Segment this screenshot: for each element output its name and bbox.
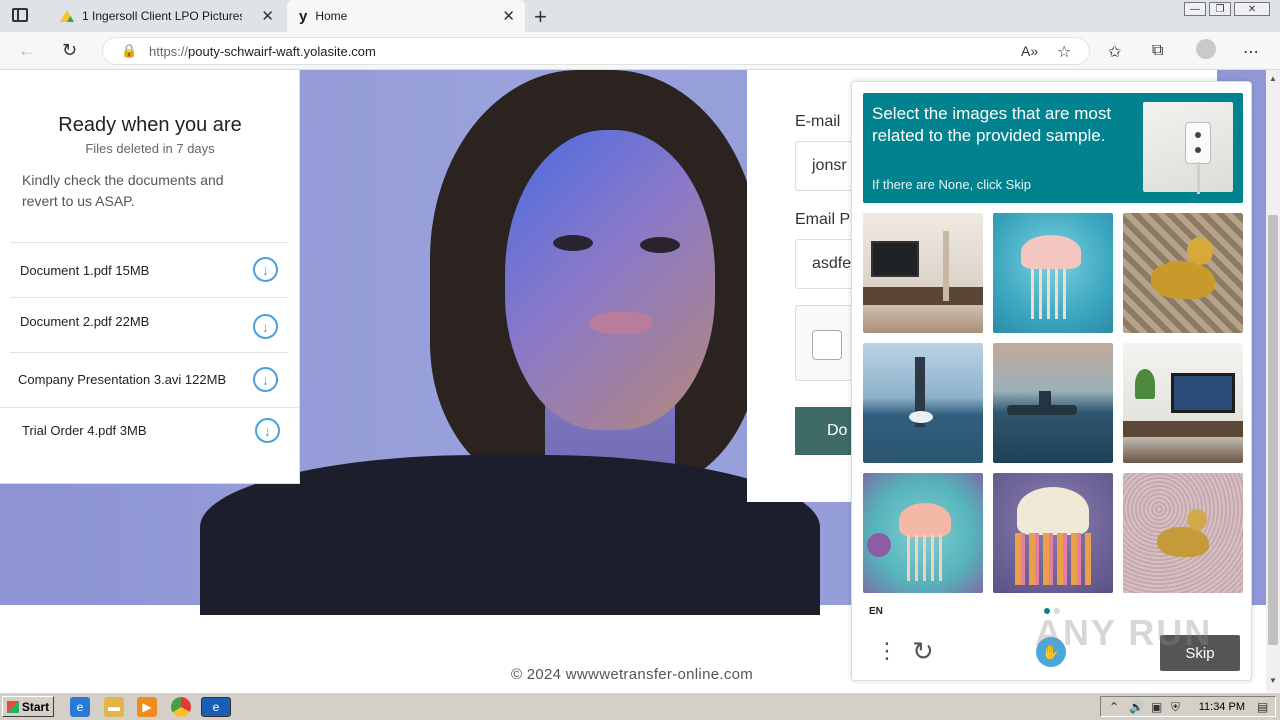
portrait-eye (640, 237, 680, 253)
document-row[interactable]: Company Presentation 3.avi 122MB ↓ (10, 352, 288, 406)
image-tile-submarine[interactable] (863, 343, 983, 463)
page-scrollbar[interactable]: ▲ ▼ (1266, 70, 1280, 692)
documents-title: Ready when you are (58, 114, 242, 136)
download-icon[interactable]: ↓ (253, 314, 278, 339)
challenge-prompt: Select the images that are most related … (872, 104, 1112, 145)
image-tile-golden-duck[interactable] (1123, 213, 1243, 333)
documents-subtitle: Files deleted in 7 days (85, 141, 215, 156)
image-tile-submarine[interactable] (993, 343, 1113, 463)
tray-expand-icon[interactable]: ⌃ (1109, 700, 1119, 714)
scroll-up-icon[interactable]: ▲ (1266, 74, 1280, 83)
email-label: E-mail (795, 113, 841, 130)
image-tile-jellyfish[interactable] (993, 213, 1113, 333)
captcha-challenge: Select the images that are most related … (851, 81, 1252, 681)
cord-shape (1197, 162, 1200, 194)
power-outlet-icon (1185, 122, 1211, 164)
yola-icon: y (299, 7, 308, 25)
refresh-icon[interactable]: ↻ (62, 40, 77, 61)
more-options-icon[interactable]: ⋯ (1243, 42, 1259, 62)
image-tile-living-room[interactable] (1123, 343, 1243, 463)
collections-icon[interactable]: ⧉ (1152, 42, 1163, 60)
address-bar: ← ↻ 🔒 https://pouty-schwairf-waft.yolasi… (0, 32, 1280, 70)
start-button[interactable]: Start (2, 696, 54, 717)
back-icon[interactable]: ← (18, 40, 36, 61)
clock: 11:34 PM (1198, 701, 1245, 713)
tab-actions-icon[interactable] (12, 8, 28, 22)
tab-home[interactable]: y Home ✕ (287, 0, 525, 32)
menu-icon[interactable]: ⋮ (876, 640, 898, 662)
portrait-lips (590, 312, 652, 334)
sample-image (1143, 102, 1233, 194)
url-field[interactable]: 🔒 https://pouty-schwairf-waft.yolasite.c… (102, 37, 1090, 65)
refresh-challenge-icon[interactable]: ↻ (912, 638, 934, 664)
portrait-face (505, 130, 715, 430)
media-player-icon[interactable]: ▶ (137, 697, 157, 717)
download-icon[interactable]: ↓ (253, 257, 278, 282)
minimize-icon[interactable]: — (1184, 2, 1206, 16)
tab-google-drive[interactable]: 1 Ingersoll Client LPO Pictures & ✕ (48, 0, 284, 32)
profile-avatar[interactable] (1196, 39, 1216, 59)
windows-flag-icon (6, 700, 19, 713)
internet-explorer-icon[interactable]: e (70, 697, 90, 717)
tab-bar: 1 Ingersoll Client LPO Pictures & ✕ y Ho… (0, 0, 1280, 32)
document-name: Trial Order 4.pdf 3MB (22, 423, 147, 438)
challenge-hint: If there are None, click Skip (872, 177, 1031, 192)
document-row[interactable]: Document 2.pdf 22MB ↓ (10, 297, 288, 351)
documents-message: Kindly check the documents and revert to… (22, 172, 224, 209)
password-label: Email P (795, 211, 851, 228)
edge-icon[interactable]: e (201, 697, 231, 717)
download-icon[interactable]: ↓ (253, 367, 278, 392)
image-tile-jellyfish[interactable] (863, 473, 983, 593)
chrome-icon[interactable] (171, 697, 191, 717)
volume-icon[interactable]: 🔊 (1129, 700, 1144, 714)
folder-icon[interactable]: ▬ (104, 697, 124, 717)
add-favorite-icon[interactable]: ☆ (1057, 42, 1071, 62)
image-tile-golden-duck[interactable] (1123, 473, 1243, 593)
lock-icon[interactable]: 🔒 (121, 43, 137, 59)
scroll-thumb[interactable] (1268, 215, 1278, 645)
challenge-header: Select the images that are most related … (863, 93, 1243, 203)
read-aloud-icon[interactable]: A» (1021, 43, 1038, 59)
taskbar: Start e ▬ ▶ e ⌃ 🔊 ▣ ⛨ 11:34 PM ▤ (0, 692, 1280, 720)
document-row[interactable]: Trial Order 4.pdf 3MB ↓ (0, 407, 300, 461)
document-name: Document 1.pdf 15MB (20, 263, 150, 278)
window-close-icon[interactable]: ✕ (1234, 2, 1270, 16)
close-icon[interactable]: ✕ (261, 7, 274, 25)
portrait-eye (553, 235, 593, 251)
security-icon[interactable]: ⛨ (1171, 700, 1180, 715)
image-tile-jellyfish[interactable] (993, 473, 1113, 593)
show-desktop-icon[interactable]: ▤ (1257, 700, 1268, 714)
url-text: https://pouty-schwairf-waft.yolasite.com (149, 44, 376, 59)
document-name: Document 2.pdf 22MB (20, 314, 150, 329)
captcha-checkbox[interactable] (812, 330, 842, 360)
language-selector[interactable]: EN (869, 606, 883, 617)
favorites-icon[interactable]: ✩ (1108, 42, 1121, 62)
scroll-down-icon[interactable]: ▼ (1266, 676, 1280, 685)
restore-icon[interactable]: ❐ (1209, 2, 1231, 16)
tab-label: 1 Ingersoll Client LPO Pictures & (82, 9, 242, 23)
close-icon[interactable]: ✕ (502, 7, 515, 25)
google-drive-icon (60, 10, 74, 22)
download-icon[interactable]: ↓ (255, 418, 280, 443)
image-tile-living-room[interactable] (863, 213, 983, 333)
network-icon[interactable]: ▣ (1151, 700, 1162, 714)
anyrun-watermark: ANY RUN (1035, 612, 1213, 653)
document-row[interactable]: Document 1.pdf 15MB ↓ (10, 242, 288, 296)
new-tab-icon[interactable]: + (534, 4, 547, 30)
documents-card: Ready when you are Files deleted in 7 da… (0, 70, 300, 484)
document-name: Company Presentation 3.avi 122MB (18, 372, 227, 387)
system-tray: ⌃ 🔊 ▣ ⛨ 11:34 PM ▤ (1100, 696, 1276, 717)
tab-label: Home (315, 9, 348, 23)
